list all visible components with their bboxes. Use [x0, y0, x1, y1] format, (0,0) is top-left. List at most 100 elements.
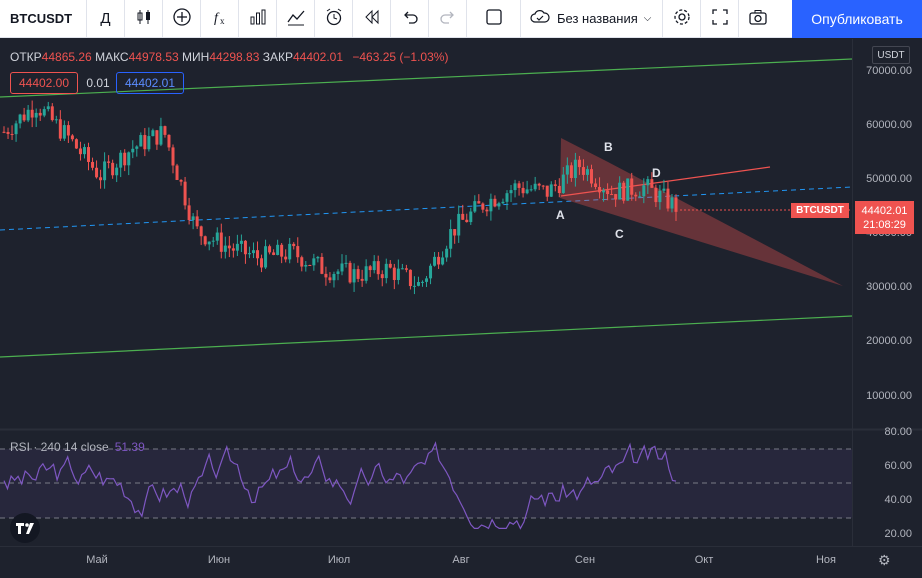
currency-tag[interactable]: USDT — [872, 46, 910, 64]
candle-body — [497, 203, 501, 207]
candle-body — [171, 147, 175, 166]
candle-body — [481, 203, 485, 210]
candle-body — [175, 165, 179, 180]
open-label: ОТКР — [10, 50, 42, 64]
candle-body — [469, 211, 473, 223]
candle-body — [107, 161, 111, 163]
buy-button[interactable]: 44402.01 — [116, 72, 184, 94]
candle-body — [207, 241, 211, 245]
candle-body — [553, 184, 557, 186]
candle-body — [493, 198, 497, 207]
candle-body — [50, 106, 54, 121]
close-value: 44402.01 — [292, 50, 344, 64]
rsi-value: 51.39 — [114, 440, 145, 454]
candle-body — [30, 109, 34, 118]
candle-body — [34, 112, 38, 118]
candle-body — [344, 262, 348, 264]
candle-body — [384, 263, 388, 279]
rsi-legend: RSI · 240 14 close 51.39 — [10, 440, 145, 454]
sell-button[interactable]: 44402.00 — [10, 72, 78, 94]
candle-body — [316, 256, 320, 259]
price-tick: 10000.00 — [866, 390, 912, 402]
change-value: −463.25 (−1.03%) — [352, 50, 449, 64]
symbol-price-tag: BTCUSDT — [791, 203, 849, 218]
candle-body — [272, 252, 276, 255]
candle-body — [223, 245, 227, 252]
candle-body — [392, 267, 396, 280]
candle-body — [268, 246, 272, 253]
candle-body — [602, 190, 606, 193]
candle-body — [372, 261, 376, 271]
time-tick: Ноя — [815, 554, 837, 566]
last-price-tag: 44402.01 21:08:29 — [855, 201, 914, 234]
candle-body — [215, 232, 219, 241]
candle-body — [473, 201, 477, 212]
candle-body — [304, 264, 308, 267]
candle-body — [155, 130, 159, 145]
candle-body — [336, 271, 340, 274]
high-value: 44978.53 — [128, 50, 179, 64]
candle-body — [561, 174, 565, 194]
candle-body — [437, 256, 441, 265]
candle-body — [18, 114, 22, 124]
candle-body — [231, 248, 235, 251]
candle-body — [388, 263, 392, 268]
candle-body — [183, 181, 187, 206]
low-label: МИН — [182, 50, 210, 64]
candle-body — [573, 159, 577, 179]
candle-body — [352, 269, 356, 283]
candle-body — [26, 109, 30, 121]
time-tick: Июл — [327, 554, 351, 566]
candle-body — [199, 226, 203, 237]
last-price: 44402.01 — [861, 204, 908, 217]
high-label: МАКС — [95, 50, 129, 64]
candle-body — [288, 243, 292, 260]
candle-body — [70, 135, 74, 140]
candle-body — [187, 205, 191, 221]
candle-body — [38, 112, 42, 116]
price-tick: 70000.00 — [866, 65, 912, 77]
candle-body — [581, 167, 585, 175]
candle-body — [251, 250, 255, 254]
candle-body — [449, 229, 453, 249]
candle-body — [585, 169, 589, 175]
candle-body — [292, 243, 296, 247]
candle-body — [429, 265, 433, 279]
tradingview-logo[interactable] — [10, 513, 40, 543]
rsi-tick: 40.00 — [884, 494, 912, 506]
candle-body — [642, 185, 646, 197]
candle-body — [457, 213, 461, 236]
candle-body — [147, 136, 151, 150]
time-tick: Окт — [694, 554, 714, 566]
candle-body — [404, 268, 408, 270]
candle-body — [477, 201, 481, 204]
axis-settings-gear-icon[interactable]: ⚙ — [878, 552, 891, 569]
tv-logo-icon — [16, 523, 34, 534]
candle-body — [606, 190, 610, 195]
candle-body — [368, 266, 372, 271]
candle-body — [123, 152, 127, 166]
candle-body — [284, 256, 288, 260]
candle-body — [62, 125, 66, 139]
candle-body — [127, 152, 131, 166]
candle-body — [243, 240, 247, 255]
candle-body — [517, 183, 521, 188]
candle-body — [203, 236, 207, 245]
candle-body — [227, 245, 231, 249]
candle-body — [239, 240, 243, 244]
candle-body — [658, 190, 662, 203]
candle-body — [630, 178, 634, 195]
pattern-point-b: B — [604, 140, 613, 154]
candle-body — [179, 179, 183, 182]
candle-body — [139, 135, 143, 147]
candle-body — [163, 126, 167, 135]
candle-body — [308, 264, 312, 266]
candle-body — [74, 139, 78, 149]
candle-body — [662, 188, 666, 191]
candle-body — [485, 209, 489, 212]
candle-body — [650, 179, 654, 188]
ohlc-legend: ОТКР44865.26 МАКС44978.53 МИН44298.83 ЗА… — [10, 50, 448, 64]
candle-body — [99, 177, 103, 181]
rsi-tick: 20.00 — [884, 528, 912, 540]
candle-body — [195, 216, 199, 227]
